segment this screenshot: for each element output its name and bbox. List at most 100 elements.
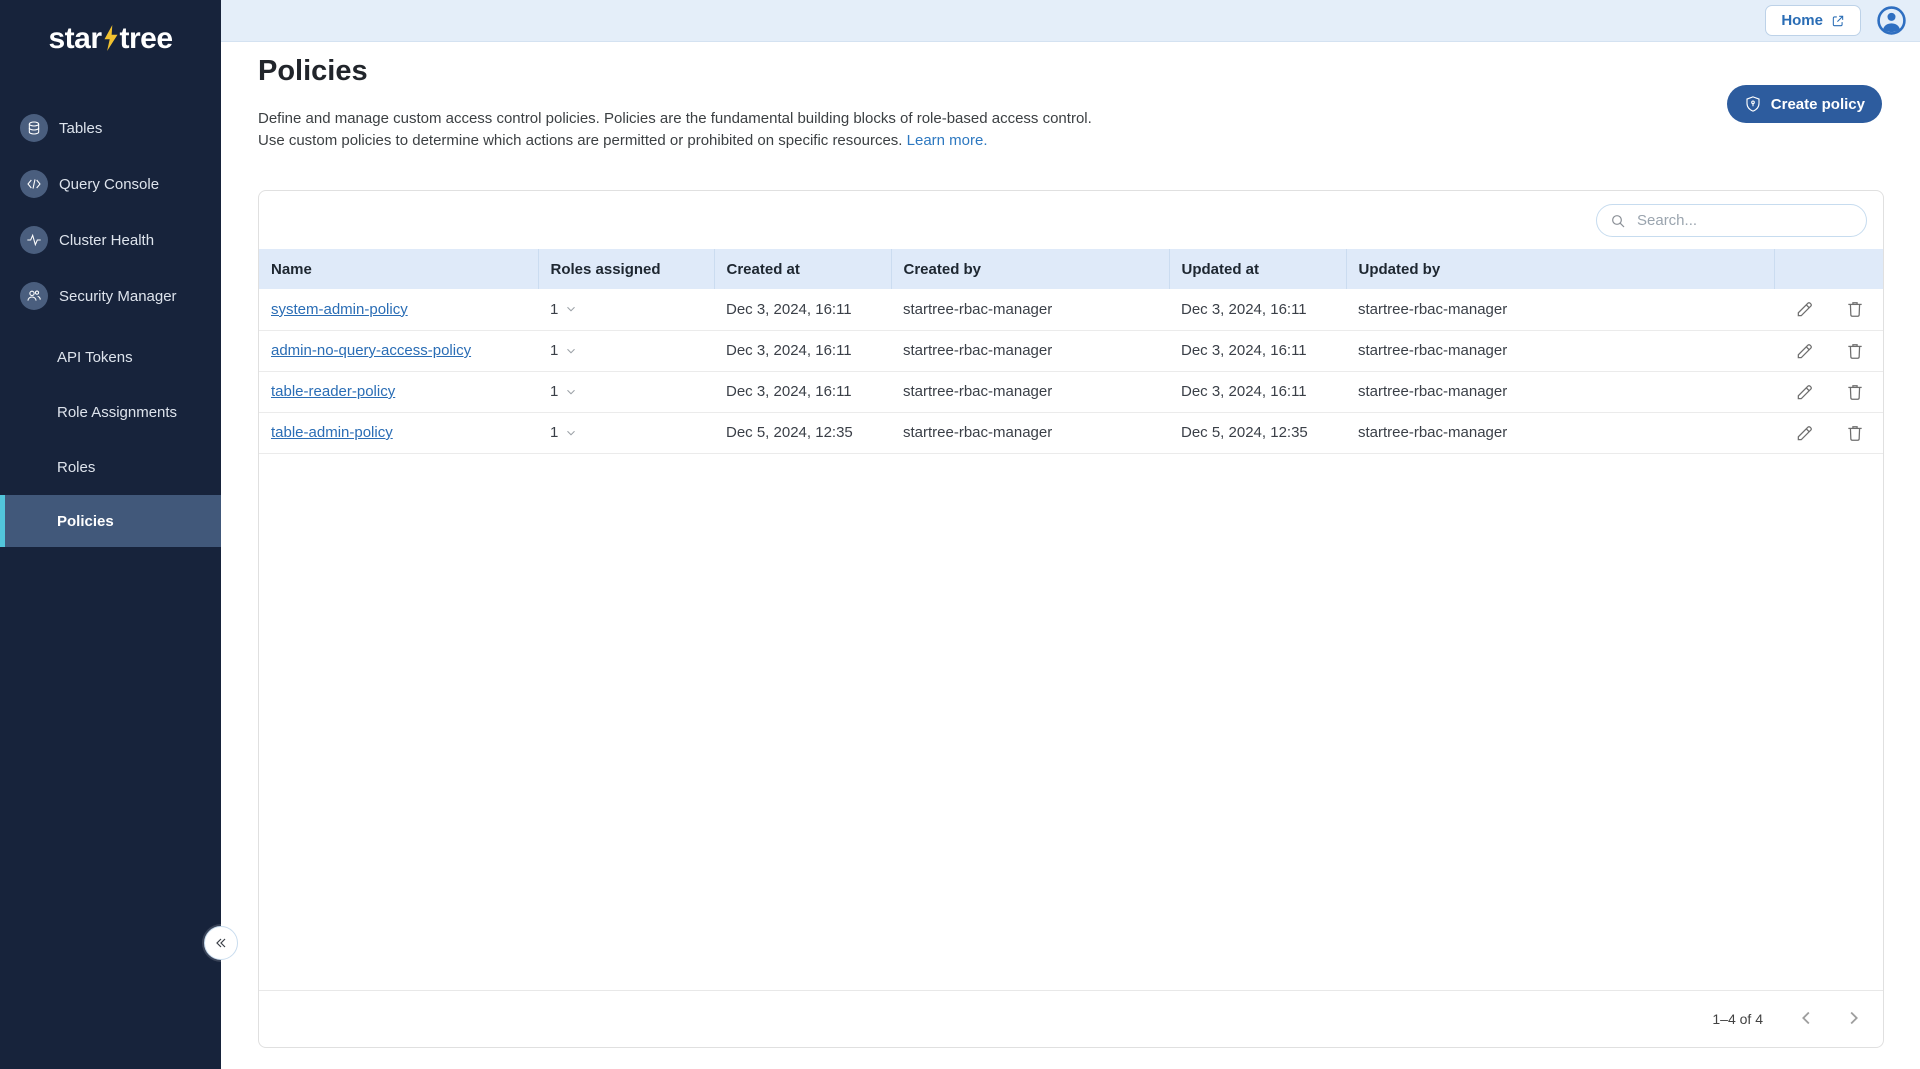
sidebar-collapse-button[interactable]: [204, 926, 238, 960]
description-line-2: Use custom policies to determine which a…: [258, 132, 907, 149]
external-link-icon: [1831, 14, 1845, 28]
sidebar-item-label: Cluster Health: [59, 232, 154, 249]
user-avatar[interactable]: [1876, 5, 1907, 36]
created-by-cell: startree-rbac-manager: [891, 330, 1169, 371]
roles-count: 1: [550, 383, 558, 400]
logo-text-tree: tree: [120, 22, 173, 56]
edit-policy-button[interactable]: [1795, 423, 1815, 443]
people-icon: [20, 282, 48, 310]
policy-name-link[interactable]: admin-no-query-access-policy: [271, 342, 471, 359]
pagination-bar: 1–4 of 4: [259, 990, 1883, 1047]
sidebar-item-role-assignments[interactable]: Role Assignments: [0, 385, 221, 440]
delete-policy-button[interactable]: [1845, 341, 1865, 361]
next-page-button[interactable]: [1841, 1007, 1865, 1031]
updated-at-cell: Dec 3, 2024, 16:11: [1169, 330, 1346, 371]
previous-page-button[interactable]: [1795, 1007, 1819, 1031]
table-row: admin-no-query-access-policy 1 Dec 3, 20…: [259, 330, 1883, 371]
shield-icon: [1744, 95, 1762, 113]
policy-name-link[interactable]: table-admin-policy: [271, 424, 393, 441]
table-header-row: Name Roles assigned Created at Created b…: [259, 249, 1883, 289]
policies-table: Name Roles assigned Created at Created b…: [259, 249, 1883, 454]
updated-at-cell: Dec 3, 2024, 16:11: [1169, 371, 1346, 412]
table-row: system-admin-policy 1 Dec 3, 2024, 16:11…: [259, 289, 1883, 330]
lightning-bolt-icon: [103, 25, 119, 51]
chevron-left-icon: [1796, 1007, 1818, 1029]
chevron-down-icon[interactable]: [564, 426, 578, 440]
pencil-icon: [1795, 341, 1815, 361]
sidebar-item-roles[interactable]: Roles: [0, 440, 221, 495]
edit-policy-button[interactable]: [1795, 382, 1815, 402]
sidebar: star tree Tables Query Console Cluster H…: [0, 0, 221, 1069]
updated-by-cell: startree-rbac-manager: [1346, 412, 1774, 453]
sidebar-item-label: Policies: [57, 513, 114, 530]
sidebar-item-tables[interactable]: Tables: [0, 100, 221, 156]
trash-icon: [1845, 423, 1865, 443]
home-button-label: Home: [1781, 12, 1823, 29]
policies-card: Name Roles assigned Created at Created b…: [258, 190, 1884, 1048]
column-header-actions: [1774, 249, 1883, 289]
sidebar-item-label: Roles: [57, 459, 95, 476]
delete-policy-button[interactable]: [1845, 299, 1865, 319]
table-row: table-admin-policy 1 Dec 5, 2024, 12:35 …: [259, 412, 1883, 453]
search-box: [1596, 204, 1867, 237]
sidebar-item-label: Security Manager: [59, 288, 177, 305]
edit-policy-button[interactable]: [1795, 341, 1815, 361]
home-button[interactable]: Home: [1765, 5, 1861, 36]
column-header-created-at: Created at: [714, 249, 891, 289]
search-row: [259, 191, 1883, 249]
chevron-down-icon[interactable]: [564, 302, 578, 316]
delete-policy-button[interactable]: [1845, 423, 1865, 443]
column-header-roles-assigned: Roles assigned: [538, 249, 714, 289]
search-icon: [1610, 213, 1626, 229]
sidebar-item-policies[interactable]: Policies: [0, 495, 221, 547]
trash-icon: [1845, 341, 1865, 361]
roles-count: 1: [550, 301, 558, 318]
trash-icon: [1845, 299, 1865, 319]
delete-policy-button[interactable]: [1845, 382, 1865, 402]
activity-pulse-icon: [20, 226, 48, 254]
created-by-cell: startree-rbac-manager: [891, 289, 1169, 330]
sidebar-item-label: Role Assignments: [57, 404, 177, 421]
edit-policy-button[interactable]: [1795, 299, 1815, 319]
pencil-icon: [1795, 382, 1815, 402]
policy-name-link[interactable]: system-admin-policy: [271, 301, 408, 318]
chevron-double-left-icon: [213, 935, 229, 951]
sidebar-item-cluster-health[interactable]: Cluster Health: [0, 212, 221, 268]
create-policy-button[interactable]: Create policy: [1727, 85, 1882, 123]
created-at-cell: Dec 3, 2024, 16:11: [714, 371, 891, 412]
chevron-down-icon[interactable]: [564, 385, 578, 399]
column-header-updated-at: Updated at: [1169, 249, 1346, 289]
pagination-range: 1–4 of 4: [1712, 1011, 1763, 1027]
sidebar-item-label: Query Console: [59, 176, 159, 193]
column-header-updated-by: Updated by: [1346, 249, 1774, 289]
created-by-cell: startree-rbac-manager: [891, 412, 1169, 453]
roles-count: 1: [550, 424, 558, 441]
sidebar-item-api-tokens[interactable]: API Tokens: [0, 330, 221, 385]
table-row: table-reader-policy 1 Dec 3, 2024, 16:11…: [259, 371, 1883, 412]
startree-logo: star tree: [0, 0, 221, 100]
logo-text-star: star: [48, 22, 101, 56]
create-policy-label: Create policy: [1771, 96, 1865, 113]
roles-count: 1: [550, 342, 558, 359]
sidebar-item-label: Tables: [59, 120, 102, 137]
page-description: Define and manage custom access control …: [258, 108, 1092, 152]
updated-by-cell: startree-rbac-manager: [1346, 289, 1774, 330]
updated-by-cell: startree-rbac-manager: [1346, 371, 1774, 412]
created-by-cell: startree-rbac-manager: [891, 371, 1169, 412]
sidebar-item-security-manager[interactable]: Security Manager: [0, 268, 221, 324]
pencil-icon: [1795, 299, 1815, 319]
policy-name-link[interactable]: table-reader-policy: [271, 383, 395, 400]
chevron-down-icon[interactable]: [564, 344, 578, 358]
code-icon: [20, 170, 48, 198]
search-input[interactable]: [1637, 212, 1866, 229]
sidebar-item-label: API Tokens: [57, 349, 133, 366]
topbar: Home: [221, 0, 1920, 42]
trash-icon: [1845, 382, 1865, 402]
updated-by-cell: startree-rbac-manager: [1346, 330, 1774, 371]
page-title: Policies: [258, 55, 368, 88]
database-icon: [20, 114, 48, 142]
sidebar-item-query-console[interactable]: Query Console: [0, 156, 221, 212]
learn-more-link[interactable]: Learn more.: [907, 132, 988, 149]
pencil-icon: [1795, 423, 1815, 443]
created-at-cell: Dec 3, 2024, 16:11: [714, 330, 891, 371]
